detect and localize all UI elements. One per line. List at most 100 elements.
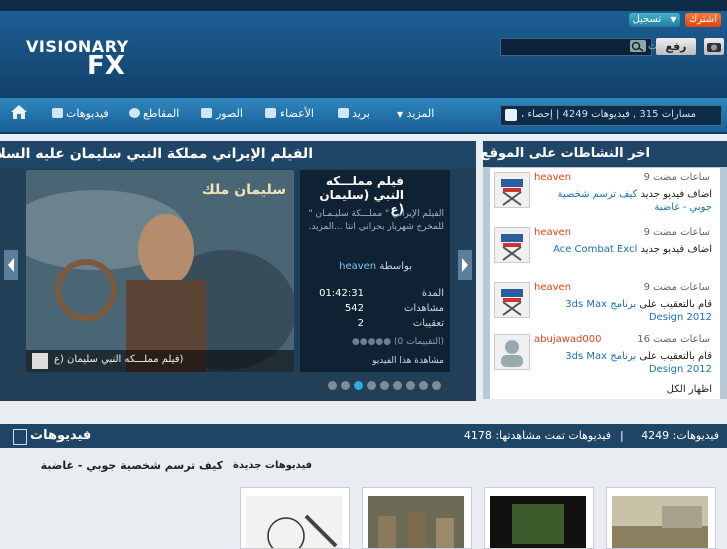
rating-text: (التقييمات 0) — [394, 337, 444, 347]
featured-header: الفيلم الإيراني مملكة النبي سليمان عليه … — [0, 141, 476, 169]
activity-action: قام بالتعقيب على — [639, 299, 712, 310]
video-thumbnail[interactable] — [240, 487, 350, 549]
activity-list: 9 ساعات مضت heaven اضاف فيديو جديد كيف ت… — [490, 168, 720, 399]
star-icon[interactable]: ●●●●● — [352, 337, 391, 347]
views-label: مشاهدات — [403, 303, 444, 314]
slider-dots — [328, 380, 445, 393]
nav-item-members[interactable]: الأعضاء — [280, 107, 314, 120]
slider-dot[interactable] — [432, 381, 441, 390]
film-icon — [13, 429, 27, 445]
chevron-down-icon: ▼ — [397, 110, 404, 119]
chart-icon — [505, 109, 517, 121]
slider-dot[interactable] — [393, 381, 402, 390]
slider-dot[interactable] — [419, 381, 428, 390]
home-icon[interactable] — [10, 104, 28, 120]
videos-title: فيديوهات — [30, 428, 92, 443]
videos-count: فيديوهات: 4249 — [641, 429, 719, 442]
prev-arrow-icon[interactable] — [4, 250, 18, 280]
upload-button[interactable]: رفع — [656, 38, 696, 55]
chevron-down-icon: ▼ — [670, 15, 677, 24]
camera-icon[interactable] — [704, 38, 724, 55]
featured-info: فيلم مملـــكه النبي (سليمان (ع الفيلم ال… — [300, 170, 450, 372]
featured-title[interactable]: الفيلم الإيراني مملكة النبي سليمان عليه … — [0, 146, 313, 162]
video-thumbnail[interactable] — [484, 487, 594, 549]
subscribe-button[interactable]: اشترك — [685, 13, 721, 27]
videos-header: فيديوهات فيديوهات: 4249 | فيديوهات تمت م… — [0, 424, 727, 448]
nav-item-mail[interactable]: بريد — [352, 107, 370, 120]
videos-views: فيديوهات تمت مشاهدتها: 4178 — [463, 429, 611, 442]
new-videos-label: فيديوهات جديدة — [233, 460, 313, 471]
activity-user[interactable]: heaven — [534, 227, 571, 238]
headphones-icon — [129, 108, 140, 118]
director-chair-icon[interactable] — [494, 282, 530, 318]
divider: | — [620, 429, 624, 442]
slider-dot[interactable] — [406, 381, 415, 390]
activity-time: 9 ساعات مضت — [643, 282, 710, 293]
rating: (التقييمات 0) ●●●●● — [352, 337, 444, 347]
comments-label: تعقيبات — [412, 318, 444, 329]
stats-box: مسارات 315 , فيديوهات 4249 | إحصاء ، — [500, 105, 722, 126]
duration-label: المدة — [421, 288, 444, 299]
video-thumbnail[interactable] — [362, 487, 472, 549]
author-link[interactable]: heaven — [339, 261, 376, 272]
film-icon — [32, 353, 48, 369]
featured-thumbnail[interactable]: سليمان ملك (فيلم مملـــكه النبي سليمان (… — [26, 170, 294, 372]
poster-text: سليمان ملك — [201, 182, 286, 198]
login-label: تسجيل — [632, 14, 662, 25]
nav-item-videos[interactable]: فيديوهات — [66, 107, 109, 120]
slider-dot[interactable] — [380, 381, 389, 390]
video-thumbnail[interactable] — [606, 487, 716, 549]
slider-dot[interactable] — [341, 381, 350, 390]
activity-title: اخر النشاطات على الموقع — [480, 146, 650, 161]
by-label: بواسطة — [379, 261, 412, 272]
activity-action: اضاف فيديو جديد — [640, 244, 713, 255]
slider-dot[interactable] — [367, 381, 376, 390]
duration-value: 01:42:31 — [319, 288, 364, 299]
watch-link[interactable]: مشاهدة هذا الفيديو — [372, 356, 444, 370]
search-icon[interactable] — [630, 40, 646, 52]
activity-item: 16 ساعات مضت abujawad000 قام بالتعقيب عل… — [490, 330, 720, 382]
top-strip — [0, 0, 727, 11]
caption-text: (فيلم مملـــكه النبي سليمان (ع — [54, 354, 184, 365]
info-description: الفيلم الإيراني " مملـــكة سليـمـان " لل… — [308, 209, 444, 232]
login-button[interactable]: تسجيل ▼ — [629, 13, 680, 27]
views-value: 542 — [344, 303, 364, 314]
nav-item-clips[interactable]: المقاطع — [143, 107, 179, 120]
activity-item: 9 ساعات مضت heaven اضاف فيديو جديد كيف ت… — [490, 168, 720, 220]
featured-video-title[interactable]: كيف ترسم شخصية جوبي - غاضبة — [8, 459, 223, 472]
slider-dot[interactable] — [328, 381, 337, 390]
mail-icon — [338, 108, 349, 118]
comments-value: 2 — [357, 318, 364, 329]
next-arrow-icon[interactable] — [458, 250, 472, 280]
activity-action: اضاف فيديو جديد — [640, 189, 713, 200]
activity-item: 9 ساعات مضت heaven اضاف فيديو جديد Ace C… — [490, 223, 720, 275]
activity-text: اضاف فيديو جديد كيف ترسم شخصية جوبي - غا… — [532, 188, 712, 214]
slider-dot-active[interactable] — [354, 381, 363, 390]
nav-item-photos[interactable]: الصور — [216, 107, 243, 120]
activity-text: قام بالتعقيب على برنامج 3ds Max Design 2… — [532, 350, 712, 376]
activity-user[interactable]: heaven — [534, 282, 571, 293]
activity-target[interactable]: Ace Combat Excl — [553, 244, 637, 255]
logo-fx[interactable]: FX — [87, 51, 125, 81]
show-all-link[interactable]: اظهار الكل — [667, 384, 712, 395]
activity-text: اضاف فيديو جديد Ace Combat Excl — [532, 243, 712, 256]
activity-time: 9 ساعات مضت — [643, 172, 710, 183]
members-icon — [265, 108, 276, 118]
activity-header: اخر النشاطات على الموقع — [480, 141, 727, 167]
nav-item-more-label: المزيد — [406, 107, 435, 120]
thumbnail-caption: (فيلم مملـــكه النبي سليمان (ع — [26, 350, 294, 372]
film-icon — [52, 108, 63, 118]
nav-item-more[interactable]: ▼ المزيد — [397, 107, 434, 120]
info-byline: بواسطة heaven — [339, 261, 412, 272]
activity-time: 9 ساعات مضت — [643, 227, 710, 238]
image-icon — [201, 108, 212, 118]
activity-item: 9 ساعات مضت heaven قام بالتعقيب على برنا… — [490, 278, 720, 330]
activity-user[interactable]: abujawad000 — [534, 334, 601, 345]
activity-time: 16 ساعات مضت — [637, 334, 710, 345]
activity-action: قام بالتعقيب على — [639, 351, 712, 362]
director-chair-icon[interactable] — [494, 227, 530, 263]
director-chair-icon[interactable] — [494, 172, 530, 208]
activity-user[interactable]: heaven — [534, 172, 571, 183]
avatar[interactable] — [494, 334, 530, 370]
activity-text: قام بالتعقيب على برنامج 3ds Max Design 2… — [532, 298, 712, 324]
